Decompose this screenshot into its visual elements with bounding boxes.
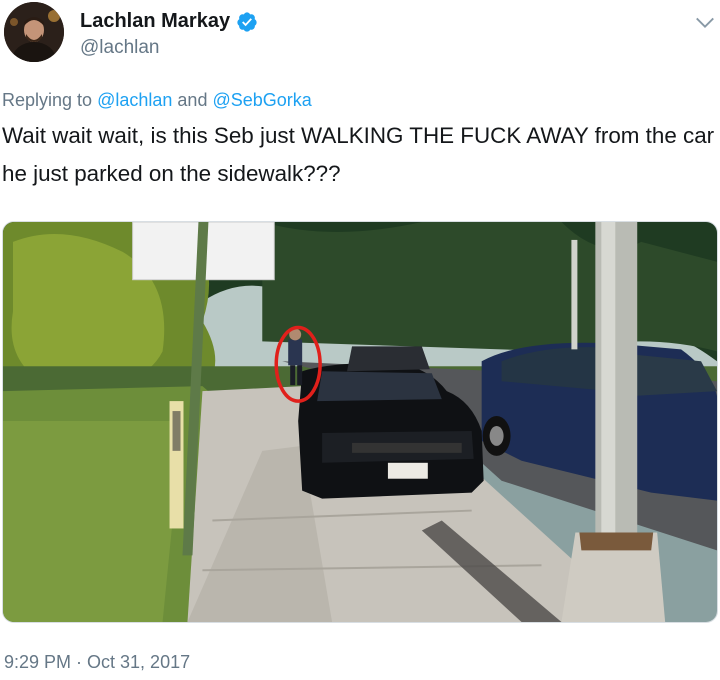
reply-context: Replying to @lachlan and @SebGorka — [2, 90, 312, 111]
reply-user-link[interactable]: @SebGorka — [212, 90, 311, 110]
display-name[interactable]: Lachlan Markay — [80, 10, 230, 33]
avatar[interactable] — [4, 2, 64, 62]
reply-conjunction: and — [177, 90, 208, 110]
reply-user-link[interactable]: @lachlan — [97, 90, 172, 110]
verified-badge-icon — [237, 11, 257, 32]
tweet-timestamp[interactable]: 9:29 PM · Oct 31, 2017 — [4, 652, 190, 673]
user-handle[interactable]: @lachlan — [80, 37, 160, 59]
tweet-text: Wait wait wait, is this Seb just WALKING… — [2, 123, 715, 186]
tweet-photo[interactable] — [2, 221, 718, 623]
author-row: Lachlan Markay — [80, 10, 258, 33]
chevron-down-icon[interactable] — [694, 12, 716, 34]
reply-prefix: Replying to — [2, 90, 93, 110]
